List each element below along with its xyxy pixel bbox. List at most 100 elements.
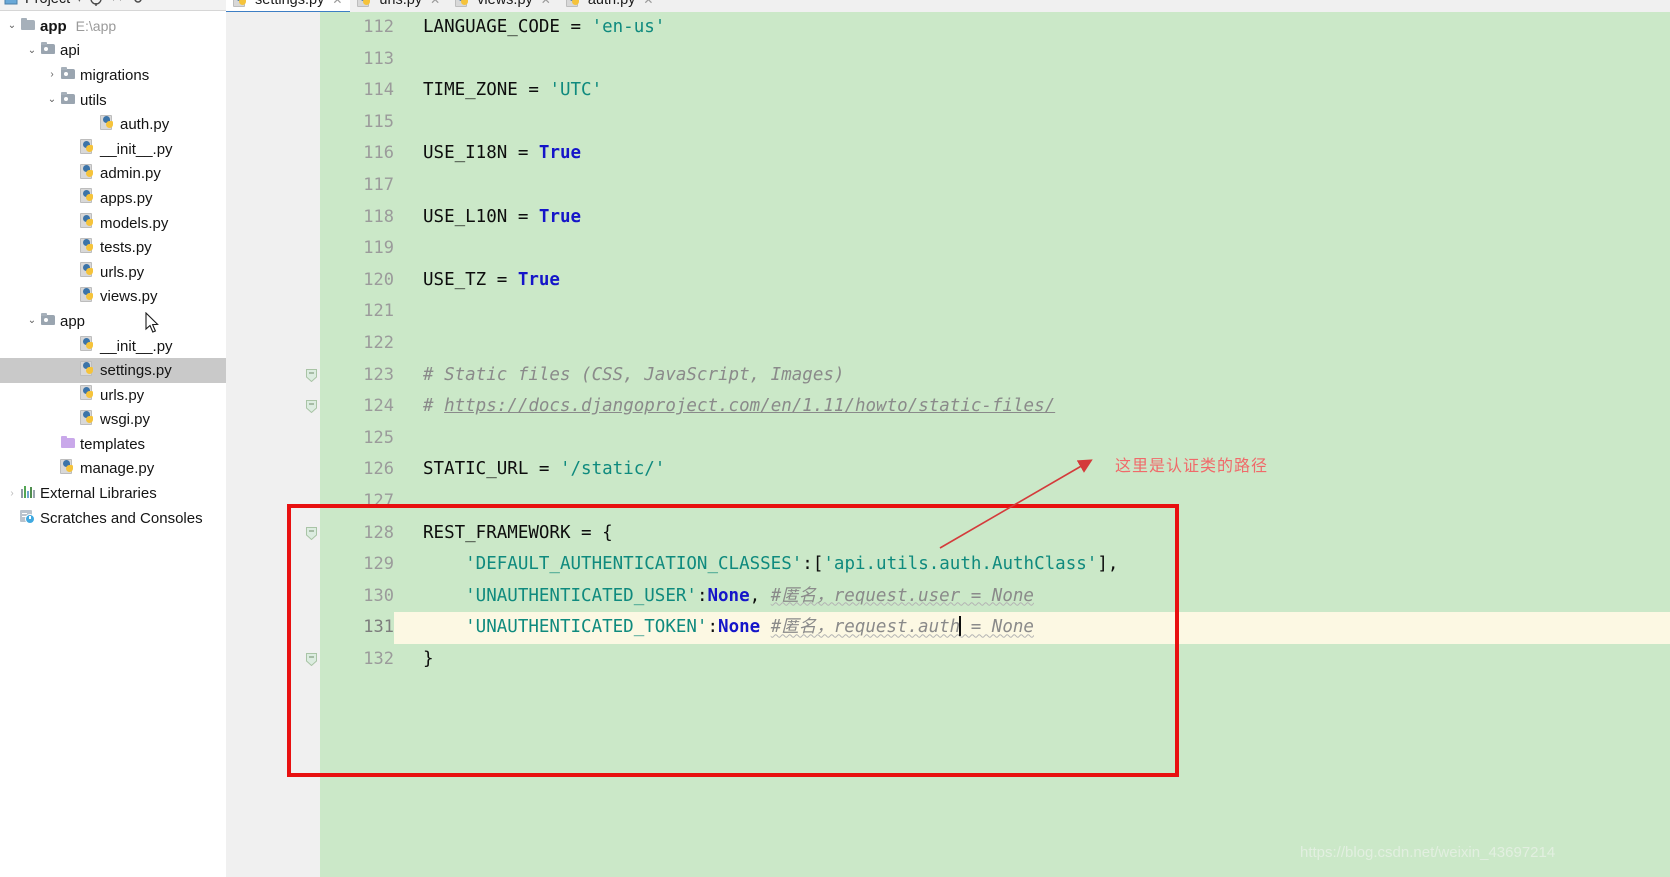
- tree-item--init-py[interactable]: __init__.py: [0, 137, 226, 162]
- annotation-rect-left-edge: [287, 504, 291, 777]
- code-line[interactable]: 128 REST_FRAMEWORK = {: [306, 518, 1670, 550]
- tree-item-label: manage.py: [80, 460, 155, 478]
- tree-item-admin-py[interactable]: admin.py: [0, 162, 226, 187]
- tree-item--init-py[interactable]: __init__.py: [0, 334, 226, 359]
- fold-marker-icon[interactable]: [306, 652, 317, 667]
- tree-item-scratches-and-consoles[interactable]: Scratches and Consoles: [0, 506, 226, 531]
- tree-item-tests-py[interactable]: tests.py: [0, 235, 226, 260]
- tree-item-wsgi-py[interactable]: wsgi.py: [0, 408, 226, 433]
- close-icon[interactable]: ✕: [430, 0, 440, 7]
- code-token: LANGUAGE_CODE =: [423, 17, 592, 37]
- fold-marker-icon[interactable]: [306, 526, 317, 540]
- tree-item-utils[interactable]: ⌄ utils: [0, 88, 226, 113]
- code-line[interactable]: 116 USE_I18N = True: [320, 138, 1670, 170]
- close-icon[interactable]: ✕: [541, 0, 551, 7]
- code-line[interactable]: 114 TIME_ZONE = 'UTC': [320, 75, 1670, 107]
- tree-item-migrations[interactable]: › migrations: [0, 63, 226, 88]
- fold-marker-icon[interactable]: [306, 368, 317, 382]
- close-icon[interactable]: ✕: [332, 0, 342, 7]
- code-token: 'api.utils.auth.AuthClass': [823, 554, 1098, 575]
- python-file-icon: [80, 139, 97, 159]
- tree-item-urls-py[interactable]: urls.py: [0, 260, 226, 285]
- editor-gutter[interactable]: [226, 12, 320, 877]
- chevron-right-icon[interactable]: ›: [4, 488, 20, 499]
- code-line[interactable]: 119: [320, 233, 1670, 265]
- tree-item-label: admin.py: [100, 165, 161, 183]
- python-file-icon: [233, 0, 250, 8]
- editor-tab-settings-py[interactable]: settings.py ✕: [226, 0, 351, 14]
- code-token: USE_I18N =: [423, 143, 539, 164]
- tree-item-templates[interactable]: templates: [0, 432, 226, 457]
- chevron-down-icon[interactable]: ⌄: [4, 21, 20, 31]
- code-line[interactable]: 130 'UNAUTHENTICATED_USER':None, #匿名，req…: [320, 581, 1670, 613]
- code-line[interactable]: 131 'UNAUTHENTICATED_TOKEN':None #匿名，req…: [320, 612, 1670, 644]
- code-text: USE_TZ = True: [423, 265, 560, 297]
- line-number: 127: [363, 490, 394, 511]
- tree-item-apps-py[interactable]: apps.py: [0, 186, 226, 211]
- code-line[interactable]: 113: [320, 44, 1670, 76]
- code-line[interactable]: 122: [320, 328, 1670, 360]
- settings-gear-icon[interactable]: [131, 0, 145, 6]
- editor-tab-auth-py[interactable]: auth.py ✕: [558, 0, 662, 12]
- code-line[interactable]: 121: [320, 296, 1670, 328]
- chevron-down-icon[interactable]: ⌄: [44, 95, 60, 105]
- tree-item-label: __init__.py: [100, 140, 173, 158]
- code-line[interactable]: 112 LANGUAGE_CODE = 'en-us': [320, 12, 1670, 44]
- tree-item-label: tests.py: [100, 239, 152, 257]
- chevron-right-icon[interactable]: ›: [44, 70, 60, 80]
- tree-item-manage-py[interactable]: manage.py: [0, 457, 226, 482]
- code-token: 'DEFAULT_AUTHENTICATION_CLASSES': [423, 554, 803, 575]
- code-editor: settings.py ✕ urls.py ✕ views.py ✕ auth.py ✕ 11…: [226, 0, 1670, 877]
- tree-item-app[interactable]: ⌄ app: [0, 309, 226, 334]
- chevron-down-icon[interactable]: ▾: [77, 0, 82, 5]
- editor-tab-views-py[interactable]: views.py ✕: [448, 0, 559, 12]
- code-line[interactable]: 125: [320, 423, 1670, 455]
- project-panel-icon: [4, 0, 18, 6]
- source-folder-icon: [60, 66, 77, 85]
- collapse-all-icon[interactable]: [110, 0, 124, 6]
- chevron-down-icon[interactable]: ⌄: [24, 45, 40, 56]
- code-token: 'UNAUTHENTICATED_USER': [423, 585, 697, 606]
- tree-item-views-py[interactable]: views.py: [0, 285, 226, 310]
- code-line[interactable]: 123 # Static files (CSS, JavaScript, Imag…: [306, 360, 1670, 392]
- tree-item-api[interactable]: ⌄ api: [0, 39, 226, 64]
- code-token: True: [538, 206, 582, 227]
- editor-tab-urls-py[interactable]: urls.py ✕: [350, 0, 449, 12]
- chevron-down-icon[interactable]: ⌄: [24, 316, 40, 326]
- code-line[interactable]: 115: [320, 107, 1670, 139]
- code-line[interactable]: 117: [320, 170, 1670, 202]
- code-token: 'en-us': [591, 17, 666, 37]
- code-line[interactable]: 132}: [306, 644, 1670, 676]
- code-line[interactable]: 124 # https://docs.djangoproject.com/en/1…: [306, 391, 1670, 423]
- fold-marker-icon[interactable]: [306, 400, 317, 414]
- code-token: TIME_ZONE =: [423, 80, 550, 101]
- code-line[interactable]: 120 USE_TZ = True: [320, 265, 1670, 297]
- python-file-icon: [80, 336, 97, 356]
- tree-item-models-py[interactable]: models.py: [0, 211, 226, 236]
- python-file-icon: [80, 385, 97, 405]
- project-panel-header[interactable]: Project ▾: [0, 0, 226, 11]
- mouse-cursor-icon: [145, 312, 159, 333]
- code-token: USE_L10N =: [423, 206, 539, 227]
- project-tree[interactable]: ⌄ app E:\app ⌄ api › migrations ⌄ utils auth.py __…: [0, 14, 226, 530]
- close-icon[interactable]: ✕: [643, 0, 653, 7]
- tree-item-settings-py[interactable]: settings.py: [0, 358, 226, 383]
- python-file-icon: [80, 360, 97, 381]
- python-file-icon: [100, 114, 117, 135]
- tree-item-app[interactable]: ⌄ app E:\app: [0, 14, 226, 39]
- code-line[interactable]: 127: [320, 486, 1670, 518]
- code-token: ,: [749, 585, 771, 606]
- locate-icon[interactable]: [89, 0, 103, 6]
- code-line[interactable]: 126 STATIC_URL = '/static/': [320, 454, 1670, 486]
- code-line[interactable]: 118 USE_L10N = True: [320, 202, 1670, 234]
- editor-code-area[interactable]: 112 LANGUAGE_CODE = 'en-us' 113 114 TIME_ZON…: [306, 12, 1670, 877]
- tree-item-auth-py[interactable]: auth.py: [0, 112, 226, 137]
- code-line[interactable]: 129 'DEFAULT_AUTHENTICATION_CLASSES':['a…: [320, 549, 1670, 581]
- tree-item-label: templates: [80, 435, 146, 453]
- tree-item-external-libraries[interactable]: › External Libraries: [0, 481, 226, 506]
- tree-item-urls-py[interactable]: urls.py: [0, 383, 226, 408]
- line-number: 119: [363, 238, 394, 259]
- code-text: STATIC_URL = '/static/': [423, 454, 665, 486]
- project-panel-title: Project: [25, 0, 70, 7]
- tree-item-label: auth.py: [120, 116, 170, 134]
